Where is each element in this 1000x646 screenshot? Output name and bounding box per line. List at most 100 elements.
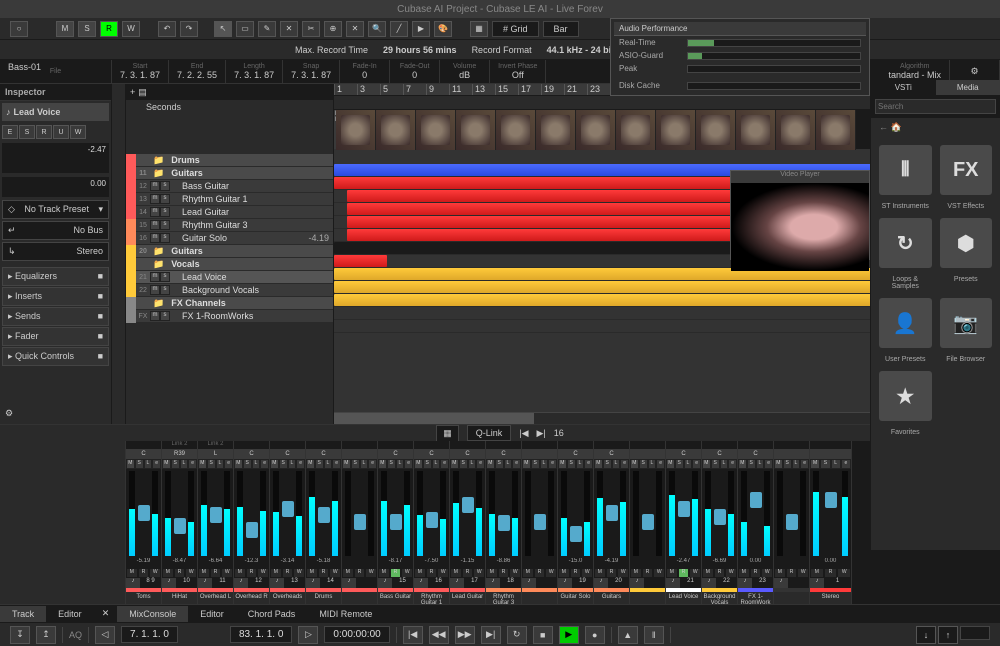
prev-btn[interactable]: |◀ <box>519 428 528 439</box>
channel-strip[interactable]: CMSLe-4.19MRW♪20Guitars <box>594 441 630 604</box>
channel-strip[interactable]: CMSLe-1.15MRW♪17Lead Guitar <box>450 441 486 604</box>
arrow-tool[interactable]: ↖ <box>214 21 232 37</box>
vsti-tab[interactable]: VSTi <box>871 80 936 95</box>
track-row[interactable]: 📁Vocals <box>126 258 333 271</box>
forward[interactable]: ▶▶ <box>455 626 475 644</box>
qlink-btn[interactable]: Q-Link <box>467 425 512 441</box>
channel-strip[interactable]: MSLe0.00MRW♪1Stereo <box>810 441 852 604</box>
channel-strip[interactable]: MSLeMRW♪ <box>342 441 378 604</box>
channel-strip[interactable]: CMSLe-6.69MRW♪22Background Vocals <box>702 441 738 604</box>
channel-strip[interactable]: CMSLe-8.17MRW♪15Bass Guitar <box>378 441 414 604</box>
media-search[interactable] <box>875 99 996 114</box>
track-row[interactable]: 📁FX Channels <box>126 297 333 310</box>
draw-tool[interactable]: ✎ <box>258 21 276 37</box>
track-row[interactable]: 12msBass Guitar <box>126 180 333 193</box>
next-marker[interactable]: ▶| <box>481 626 501 644</box>
insp-btn-E[interactable]: E <box>2 125 18 139</box>
section-quick controls[interactable]: ▸ Quick Controls■ <box>2 347 109 366</box>
mute-tool[interactable]: ✕ <box>346 21 364 37</box>
video-player[interactable]: Video Player <box>730 170 870 260</box>
track-row[interactable]: FXmsFX 1-RoomWorks <box>126 310 333 323</box>
channel-strip[interactable]: CMSLe-5.19MRW♪8 9Toms <box>126 441 162 604</box>
track-row[interactable]: 📁Drums <box>126 154 333 167</box>
editor-tab-2[interactable]: Editor <box>188 606 236 622</box>
insp-btn-R[interactable]: R <box>36 125 52 139</box>
section-inserts[interactable]: ▸ Inserts■ <box>2 287 109 306</box>
chord-tab[interactable]: Chord Pads <box>236 606 308 622</box>
editor-tab[interactable]: Editor <box>46 606 94 622</box>
channel-strip[interactable]: CMSLe-3.14MRW♪13Overheads <box>270 441 306 604</box>
toggle-btn[interactable]: ○ <box>10 21 28 37</box>
track-row[interactable]: 15msRhythm Guitar 3 <box>126 219 333 232</box>
play-tool[interactable]: ▶ <box>412 21 430 37</box>
track-row[interactable]: 16msGuitar Solo-4.19 <box>126 232 333 245</box>
add-track-icon[interactable]: + <box>130 87 135 97</box>
channel-strip[interactable]: CMSLe-2.47MRW♪21Lead Voice <box>666 441 702 604</box>
color-tool[interactable]: 🎨 <box>434 21 452 37</box>
config-icon[interactable]: ▤ <box>138 87 147 98</box>
range-tool[interactable]: ▭ <box>236 21 254 37</box>
bus-select[interactable]: ↵No Bus <box>2 221 109 240</box>
track-row[interactable]: 11📁Guitars <box>126 167 333 180</box>
record[interactable]: ● <box>585 626 605 644</box>
rewind[interactable]: ◀◀ <box>429 626 449 644</box>
cycle[interactable]: ↻ <box>507 626 527 644</box>
channel-strip[interactable]: CMSLe-5.18MRW♪14Drums <box>306 441 342 604</box>
track-row[interactable]: 13msRhythm Guitar 1 <box>126 193 333 206</box>
media-loops-&-samples[interactable]: ↻ <box>879 218 932 268</box>
grid-select[interactable]: # Grid <box>492 21 539 37</box>
solo-btn[interactable]: S <box>78 21 96 37</box>
insp-btn-W[interactable]: W <box>70 125 86 139</box>
zoom-tool[interactable]: 🔍 <box>368 21 386 37</box>
section-equalizers[interactable]: ▸ Equalizers■ <box>2 267 109 286</box>
snap-toggle[interactable]: ▦ <box>470 21 488 37</box>
erase-tool[interactable]: ✕ <box>280 21 298 37</box>
next-btn[interactable]: ▶| <box>537 428 546 439</box>
channel-strip[interactable]: Link 2R39MSLe-8.47MRW♪10HiHat <box>162 441 198 604</box>
media-presets[interactable]: ⬢ <box>940 218 993 268</box>
punch-out[interactable]: ↥ <box>36 626 56 644</box>
channel-strip[interactable]: CMSLe-8.86MRW♪18Rhythm Guitar 3 <box>486 441 522 604</box>
track-tab[interactable]: Track <box>0 606 46 622</box>
read-btn[interactable]: R <box>100 21 118 37</box>
visibility-strip[interactable] <box>112 84 126 424</box>
channel-strip[interactable]: MSLeMRW♪ <box>774 441 810 604</box>
channel-strip[interactable]: CMSLe-15.0MRW♪19Guitar Solo <box>558 441 594 604</box>
inspector-track-name[interactable]: ♪Lead Voice <box>2 103 109 121</box>
bar-select[interactable]: Bar <box>543 21 579 37</box>
prev-marker[interactable]: |◀ <box>403 626 423 644</box>
channel-strip[interactable]: MSLeMRW♪ <box>630 441 666 604</box>
media-favorites[interactable]: ★ <box>879 371 932 421</box>
insp-btn-S[interactable]: S <box>19 125 35 139</box>
insp-btn-U[interactable]: U <box>53 125 69 139</box>
write-btn[interactable]: W <box>122 21 140 37</box>
media-file-browser[interactable]: 📷 <box>940 298 993 348</box>
media-tab[interactable]: Media <box>936 80 1000 95</box>
count-in[interactable]: ‖ <box>644 626 664 644</box>
left-locator[interactable]: ◁ <box>95 626 115 644</box>
preset-select[interactable]: ◇No Track Preset▾ <box>2 200 109 219</box>
play[interactable]: ▶ <box>559 626 579 644</box>
channel-strip[interactable]: CMSLe-12.3MRW♪12Overhead R <box>234 441 270 604</box>
metronome[interactable]: ▲ <box>618 626 638 644</box>
track-row[interactable]: 14msLead Guitar <box>126 206 333 219</box>
channel-strip[interactable]: CMSLe0.00MRW♪23FX 1-RoomWork <box>738 441 774 604</box>
config-btn[interactable]: ▦ <box>436 425 459 442</box>
line-tool[interactable]: ╱ <box>390 21 408 37</box>
mute-btn[interactable]: M <box>56 21 74 37</box>
channel-strip[interactable]: Link 2LMSLe-6.64MRW♪11Overhead L <box>198 441 234 604</box>
undo-btn[interactable]: ↶ <box>158 21 176 37</box>
track-row[interactable]: 20📁Guitars <box>126 245 333 258</box>
redo-btn[interactable]: ↷ <box>180 21 198 37</box>
mixconsole-tab[interactable]: MixConsole <box>117 606 188 622</box>
media-user-presets[interactable]: 👤 <box>879 298 932 348</box>
section-fader[interactable]: ▸ Fader■ <box>2 327 109 346</box>
glue-tool[interactable]: ⊕ <box>324 21 342 37</box>
track-row[interactable]: 22msBackground Vocals <box>126 284 333 297</box>
media-st-instruments[interactable]: ⦀ <box>879 145 932 195</box>
punch-in[interactable]: ↧ <box>10 626 30 644</box>
time-display[interactable]: 0:00:00:00 <box>324 626 389 643</box>
section-sends[interactable]: ▸ Sends■ <box>2 307 109 326</box>
split-tool[interactable]: ✂ <box>302 21 320 37</box>
media-vst-effects[interactable]: FX <box>940 145 993 195</box>
